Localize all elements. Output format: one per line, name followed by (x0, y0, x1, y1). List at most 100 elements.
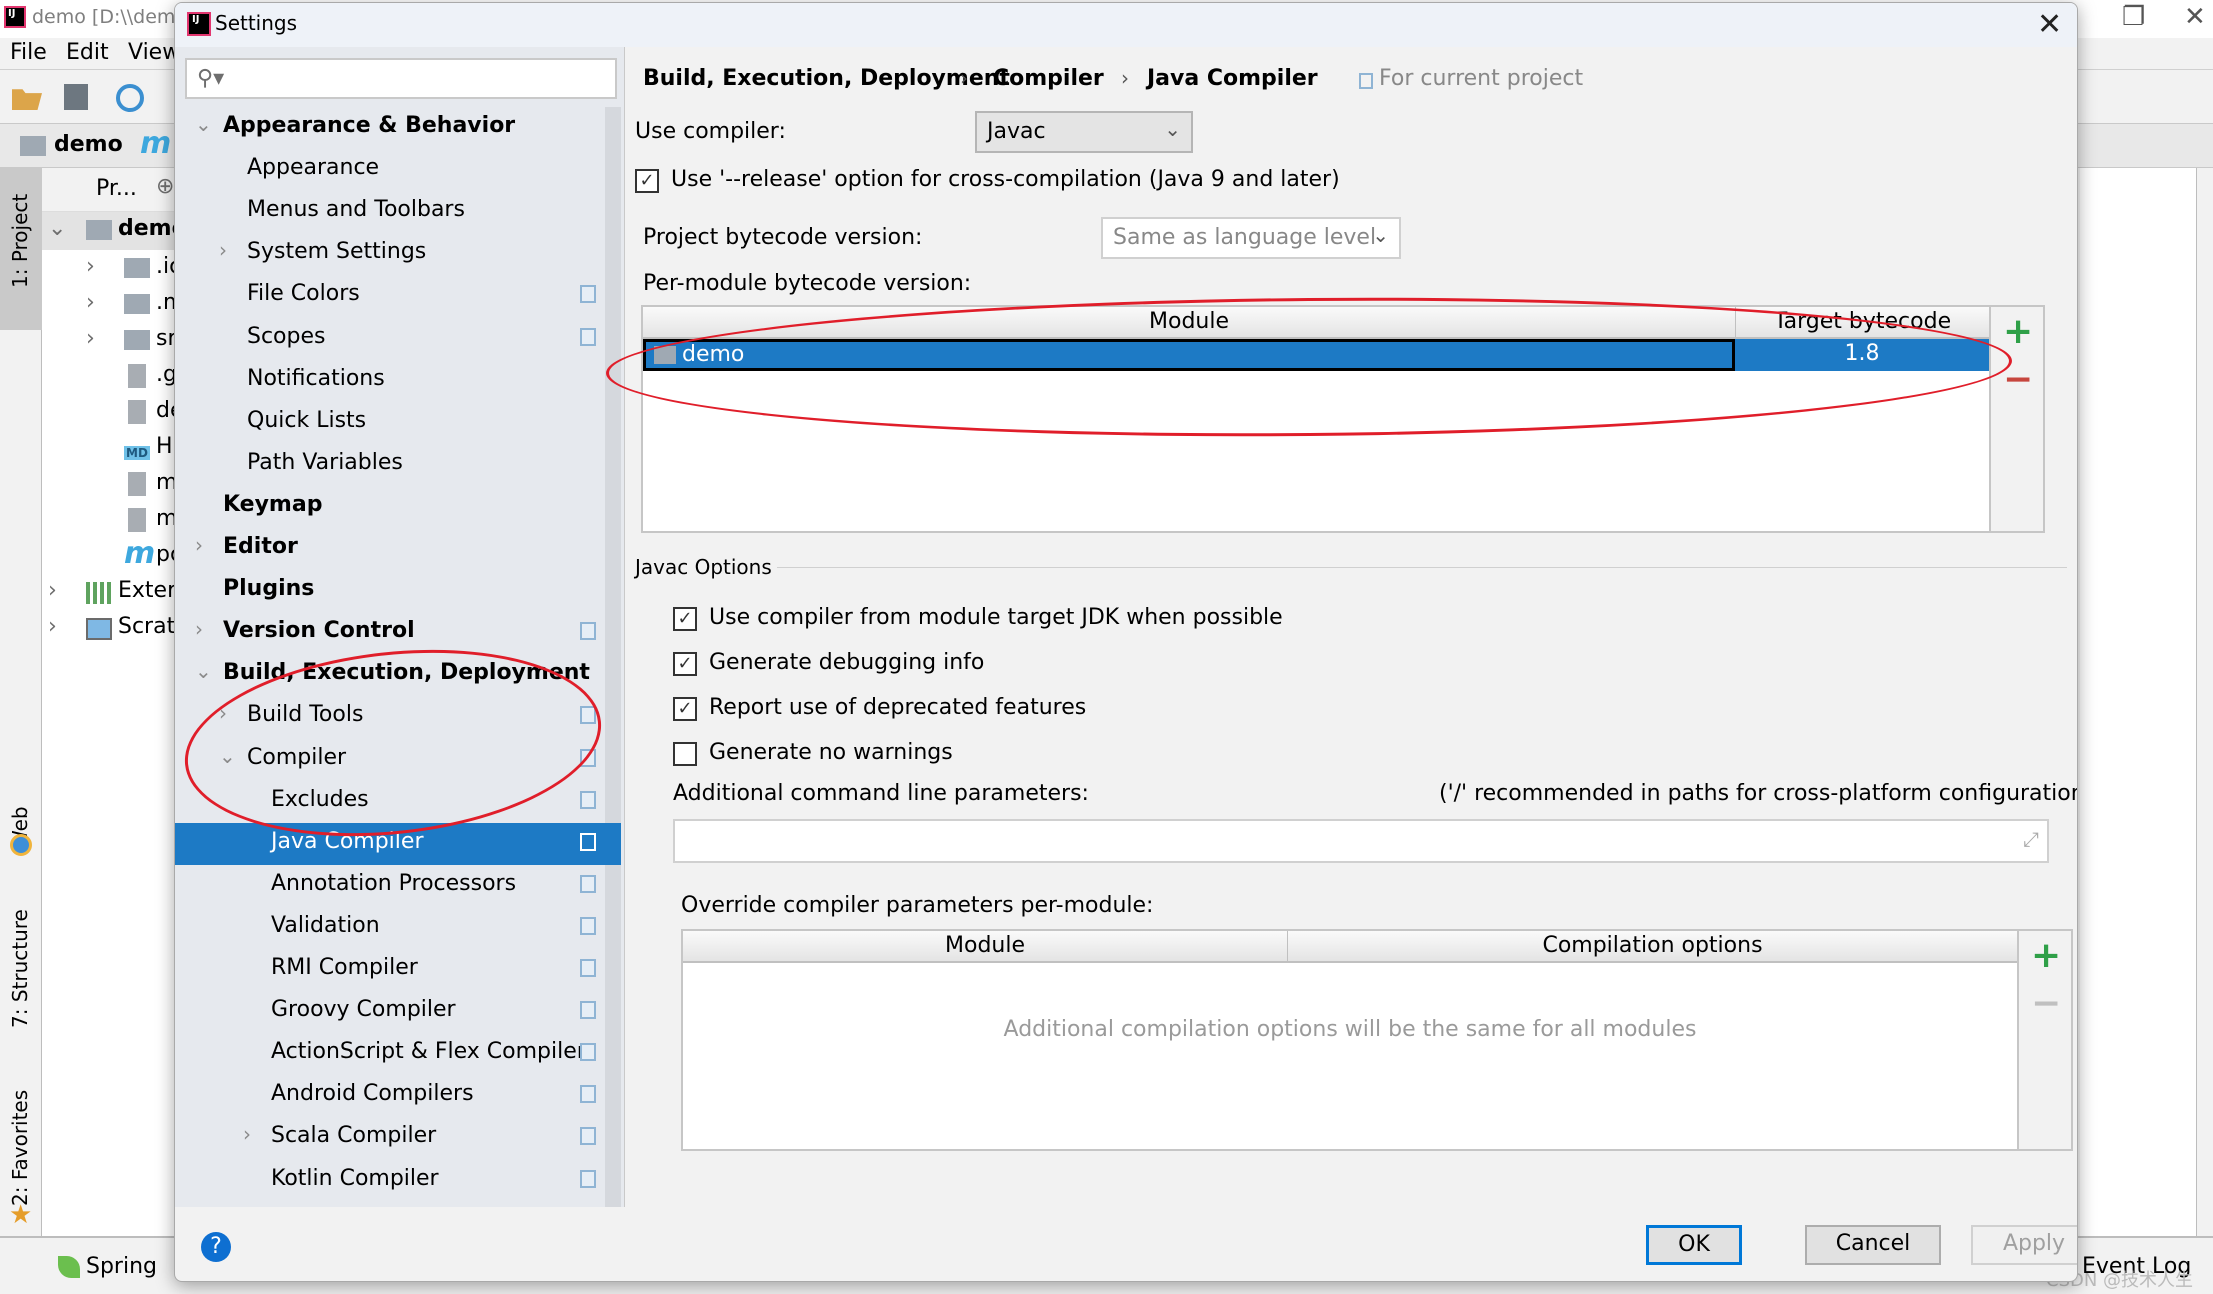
sidebar-item[interactable]: › Scala Compiler (175, 1117, 621, 1159)
sidebar-item[interactable]: Menus and Toolbars (175, 191, 621, 233)
check-icon: ✓ (639, 170, 655, 191)
sidebar-item[interactable]: › Build Tools (175, 696, 621, 738)
debugging-info-label[interactable]: Generate debugging info (709, 650, 984, 675)
close-window-icon[interactable]: ✕ (2184, 2, 2206, 32)
ok-button[interactable]: OK (1646, 1225, 1742, 1265)
expand-chevron-icon[interactable]: › (48, 614, 57, 639)
tool-tab-project-label[interactable]: 1: Project (8, 188, 32, 288)
sidebar-item[interactable]: Plugins (175, 570, 621, 612)
project-scope-icon (580, 1127, 596, 1146)
sidebar-item[interactable]: Scopes (175, 318, 621, 360)
settings-search-field[interactable] (237, 64, 607, 92)
dialog-close-button[interactable]: ✕ (2037, 7, 2062, 42)
add-module-button[interactable]: + (2003, 311, 2033, 352)
sidebar-item[interactable]: ⌄ Compiler (175, 739, 621, 781)
chevron-right-icon[interactable]: › (243, 1122, 251, 1146)
sidebar-item-label: Build Tools (247, 702, 364, 728)
chevron-down-icon[interactable]: ⌄ (195, 112, 212, 136)
module-cell[interactable]: demo (643, 339, 1735, 371)
sidebar-item[interactable]: File Colors (175, 275, 621, 317)
sidebar-item[interactable]: Keymap (175, 486, 621, 528)
sidebar-item[interactable]: › Editor (175, 528, 621, 570)
maven-icon[interactable]: m (140, 126, 171, 161)
sidebar-item[interactable]: ⌄ Build, Execution, Deployment (175, 654, 621, 696)
breadcrumb-separator-icon: › (960, 66, 968, 90)
use-compiler-dropdown[interactable]: Javac ⌄ (975, 111, 1193, 153)
add-override-button[interactable]: + (2031, 935, 2061, 976)
column-header-target-version[interactable]: Target bytecode version (1735, 307, 1989, 364)
menu-view[interactable]: View (128, 40, 180, 65)
menu-file[interactable]: File (10, 40, 47, 65)
release-option-checkbox[interactable]: ✓ (635, 169, 659, 193)
release-option-label[interactable]: Use '--release' option for cross-compila… (671, 167, 1340, 192)
sidebar-item[interactable]: RMI Compiler (175, 949, 621, 991)
save-icon[interactable] (64, 84, 88, 110)
sidebar-item[interactable]: › Version Control (175, 612, 621, 654)
table-row[interactable]: demo 1.8 (643, 339, 1989, 371)
remove-module-button[interactable]: − (2003, 359, 2033, 400)
settings-sidebar: ⚲▾ ⌄ Appearance & Behavior Appearance Menus… (175, 47, 625, 1207)
deprecated-features-label[interactable]: Report use of deprecated features (709, 695, 1086, 720)
sidebar-item[interactable]: Excludes (175, 781, 621, 823)
expand-chevron-icon[interactable]: › (86, 290, 95, 315)
tool-tab-favorites[interactable]: 2: Favorites (8, 1086, 32, 1206)
sidebar-item[interactable]: Java Compiler (175, 822, 621, 865)
no-warnings-label[interactable]: Generate no warnings (709, 740, 953, 765)
additional-params-input[interactable]: ⤢ (673, 819, 2049, 863)
cancel-button[interactable]: Cancel (1805, 1225, 1941, 1265)
sidebar-item[interactable]: Path Variables (175, 444, 621, 486)
sidebar-item[interactable]: Validation (175, 907, 621, 949)
no-warnings-checkbox[interactable] (673, 742, 697, 766)
use-target-jdk-label[interactable]: Use compiler from module target JDK when… (709, 605, 1283, 630)
project-scope-icon (580, 874, 596, 893)
sidebar-item[interactable]: Notifications (175, 360, 621, 402)
sync-icon[interactable] (116, 84, 144, 112)
apply-button[interactable]: Apply (1971, 1225, 2077, 1265)
help-button[interactable]: ? (201, 1232, 231, 1262)
sidebar-item[interactable]: Kotlin Compiler (175, 1160, 621, 1202)
chevron-right-icon[interactable]: › (219, 701, 227, 725)
project-scope-icon (580, 1001, 596, 1020)
chevron-right-icon[interactable]: › (195, 617, 203, 641)
chevron-down-icon[interactable]: ⌄ (219, 744, 236, 768)
chevron-right-icon[interactable]: › (219, 238, 227, 262)
sidebar-item[interactable]: › System Settings (175, 233, 621, 275)
sidebar-item[interactable]: Quick Lists (175, 402, 621, 444)
debugging-info-checkbox[interactable]: ✓ (673, 652, 697, 676)
deprecated-features-checkbox[interactable]: ✓ (673, 697, 697, 721)
column-header-compilation-options[interactable]: Compilation options (1287, 931, 2017, 963)
chevron-right-icon[interactable]: › (195, 533, 203, 557)
spring-tab[interactable]: Spring (86, 1254, 157, 1279)
target-version-cell[interactable]: 1.8 (1735, 341, 1989, 366)
expand-chevron-icon[interactable]: › (86, 326, 95, 351)
expand-field-icon[interactable]: ⤢ (2023, 827, 2039, 851)
column-header-module[interactable]: Module (683, 931, 1287, 963)
sidebar-item[interactable]: Appearance (175, 149, 621, 191)
sidebar-item[interactable]: ActionScript & Flex Compiler (175, 1033, 621, 1075)
nav-project-demo[interactable]: demo (54, 132, 123, 157)
project-view-selector[interactable]: Pr... (96, 176, 137, 201)
expand-chevron-icon[interactable]: ⌄ (48, 216, 66, 241)
remove-override-button[interactable]: − (2031, 983, 2061, 1024)
web-globe-icon (10, 834, 32, 856)
restore-window-icon[interactable]: ❐ (2122, 2, 2145, 32)
expand-chevron-icon[interactable]: › (48, 578, 57, 603)
sidebar-item[interactable]: Annotation Processors (175, 865, 621, 907)
expand-chevron-icon[interactable]: › (86, 254, 95, 279)
folder-icon (124, 294, 150, 314)
sidebar-item-label: Validation (271, 912, 380, 938)
settings-search-input[interactable]: ⚲▾ (185, 58, 617, 99)
column-header-module[interactable]: Module (643, 307, 1735, 339)
javac-options-title: Javac Options (635, 555, 772, 579)
project-scope-icon (1359, 73, 1373, 89)
locate-icon[interactable]: ⊕ (156, 174, 174, 199)
menu-edit[interactable]: Edit (66, 40, 109, 65)
use-compiler-value: Javac (987, 119, 1046, 144)
tool-tab-structure[interactable]: 7: Structure (8, 898, 32, 1028)
chevron-down-icon[interactable]: ⌄ (195, 659, 212, 683)
project-bytecode-dropdown[interactable]: Same as language level ⌄ (1101, 217, 1401, 259)
sidebar-item[interactable]: Groovy Compiler (175, 991, 621, 1033)
sidebar-item[interactable]: ⌄ Appearance & Behavior (175, 107, 621, 149)
sidebar-item[interactable]: Android Compilers (175, 1075, 621, 1117)
use-target-jdk-checkbox[interactable]: ✓ (673, 607, 697, 631)
